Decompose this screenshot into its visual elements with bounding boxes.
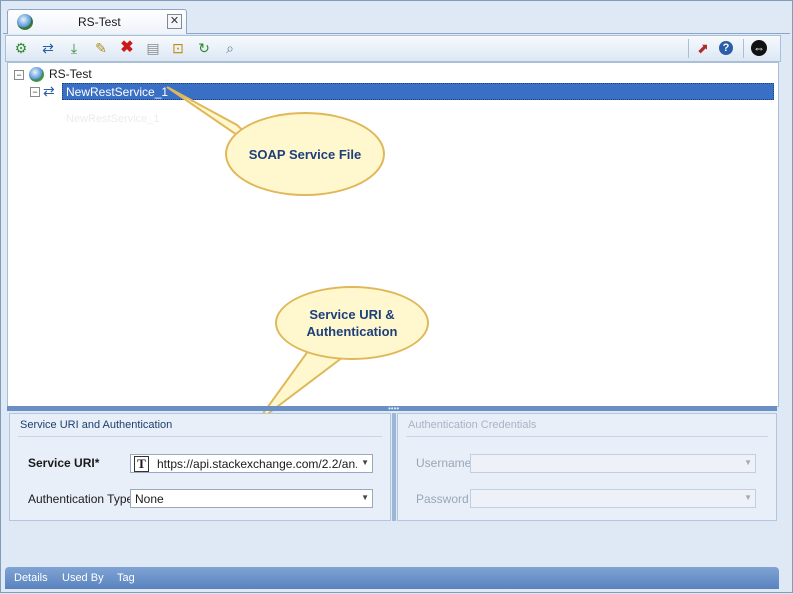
- panel-divider: [406, 436, 768, 437]
- tab-details[interactable]: Details: [14, 572, 48, 584]
- edit-icon[interactable]: ✎: [92, 39, 110, 57]
- horizontal-splitter[interactable]: ••••: [7, 404, 777, 413]
- search-icon[interactable]: ⌕: [221, 39, 239, 57]
- auth-type-select[interactable]: None ▼: [130, 489, 373, 508]
- service-uri-callout: Service URI & Authentication: [275, 286, 429, 360]
- tab-tag[interactable]: Tag: [117, 572, 135, 584]
- ghost-drag-label: NewRestService_1: [66, 113, 160, 125]
- service-uri-panel: Service URI and Authentication Service U…: [9, 413, 391, 521]
- auth-type-value: None: [135, 492, 164, 506]
- service-uri-value: https://api.stackexchange.com/2.2/an...: [157, 457, 357, 471]
- credentials-panel-title: Authentication Credentials: [408, 419, 537, 431]
- navigate-icon[interactable]: ⇔: [751, 40, 767, 56]
- username-select[interactable]: ▼: [470, 454, 756, 473]
- delete-icon[interactable]: ✖: [118, 39, 136, 57]
- rest-service-icon: ⇄: [43, 83, 55, 99]
- import-icon[interactable]: ⤓: [65, 39, 83, 57]
- tab-title: RS-Test: [78, 15, 121, 29]
- tree-item-newrestservice[interactable]: NewRestService_1: [62, 83, 774, 100]
- tab-used-by[interactable]: Used By: [62, 572, 104, 584]
- lock-icon[interactable]: ⊡: [169, 39, 187, 57]
- chevron-down-icon[interactable]: ▼: [361, 458, 369, 467]
- chevron-down-icon: ▼: [744, 493, 752, 502]
- save-icon[interactable]: ▤: [144, 39, 162, 57]
- toolbar-separator: [688, 39, 689, 58]
- collapse-icon[interactable]: −: [14, 70, 24, 80]
- globe-icon: [17, 14, 33, 30]
- chevron-down-icon[interactable]: ▼: [361, 493, 369, 502]
- toolbar: ⚙ ⇄ ⤓ ✎ ✖ ▤ ⊡ ↻ ⌕ ⬈ ? ⇔: [5, 35, 781, 62]
- tab-rs-test[interactable]: RS-Test ✕: [7, 9, 187, 34]
- globe-icon: [29, 67, 44, 82]
- chevron-down-icon: ▼: [744, 458, 752, 467]
- soap-callout-text: SOAP Service File: [248, 146, 362, 162]
- auth-type-label: Authentication Type: [28, 492, 134, 506]
- tree-root[interactable]: − RS-Test: [12, 66, 212, 83]
- service-panel-title: Service URI and Authentication: [20, 419, 173, 431]
- service-tree: − RS-Test − ⇄ NewRestService_1 NewRestSe…: [7, 62, 779, 407]
- panel-divider: [18, 436, 382, 437]
- password-label: Password: [416, 492, 469, 506]
- uri-callout-line1: Service URI &: [309, 307, 395, 322]
- text-type-icon: T: [134, 456, 149, 472]
- tree-root-label: RS-Test: [49, 67, 92, 81]
- service-uri-label: Service URI*: [28, 456, 100, 470]
- vertical-splitter[interactable]: [392, 413, 396, 521]
- toolbar-separator: [743, 39, 744, 58]
- refresh-icon[interactable]: ⇄: [39, 39, 57, 57]
- close-icon[interactable]: ✕: [167, 14, 182, 29]
- sync-icon[interactable]: ↻: [195, 39, 213, 57]
- collapse-icon[interactable]: −: [30, 87, 40, 97]
- splitter-grip-icon: ••••: [388, 404, 400, 413]
- password-select[interactable]: ▼: [470, 489, 756, 508]
- window-frame: RS-Test ✕ ⚙ ⇄ ⤓ ✎ ✖ ▤ ⊡ ↻ ⌕ ⬈ ? ⇔ − RS-T…: [0, 0, 793, 593]
- uri-callout-line2: Authentication: [306, 324, 398, 339]
- help-icon[interactable]: ?: [719, 41, 733, 55]
- tree-item-label: NewRestService_1: [66, 85, 169, 99]
- tab-strip: RS-Test ✕: [3, 6, 790, 34]
- credentials-panel: Authentication Credentials Username ▼ Pa…: [397, 413, 777, 521]
- username-label: Username: [416, 456, 472, 470]
- bottom-tab-bar: Details Used By Tag: [5, 567, 779, 589]
- service-uri-input[interactable]: T https://api.stackexchange.com/2.2/an..…: [130, 454, 373, 473]
- soap-service-callout: SOAP Service File: [225, 112, 385, 196]
- export-icon[interactable]: ⬈: [694, 39, 712, 57]
- add-icon[interactable]: ⚙: [12, 39, 30, 57]
